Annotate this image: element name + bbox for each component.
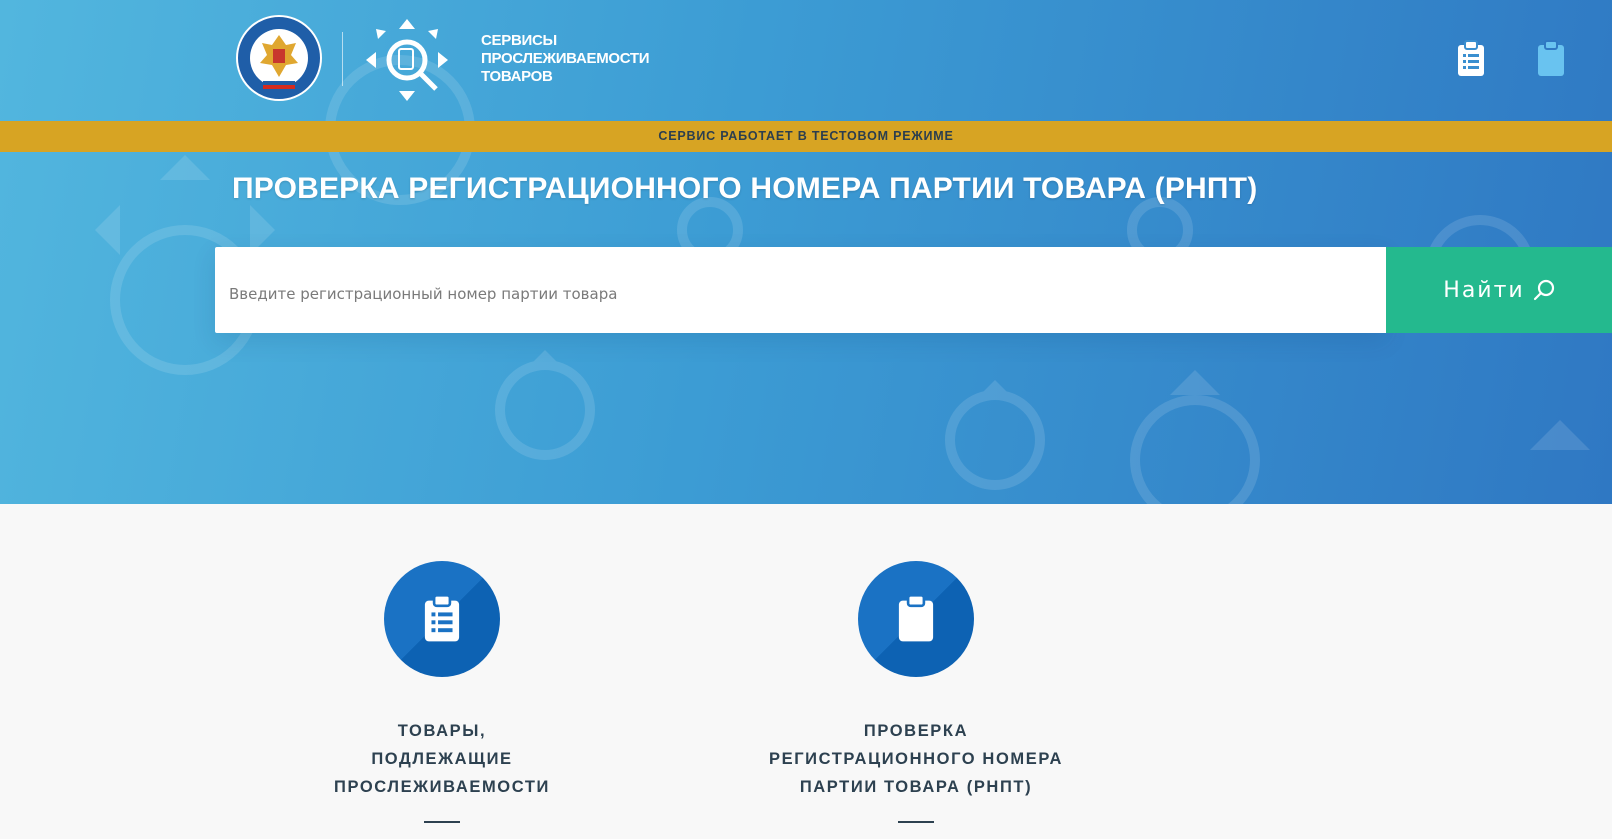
card-title-line: ПАРТИИ ТОВАРА (РНПТ) [799, 778, 1033, 796]
card-title-line: ПОДЛЕЖАЩИЕ [371, 750, 513, 768]
card-title-line: ТОВАРЫ, [397, 722, 487, 740]
logo-divider [342, 32, 343, 86]
clipboard-list-icon[interactable] [1456, 40, 1486, 78]
fns-emblem-logo[interactable] [236, 15, 322, 101]
search-button-label: Найти [1443, 277, 1525, 303]
card-title-line: ПРОСЛЕЖИВАЕМОСТИ [334, 778, 550, 796]
brand-line: СЕРВИСЫ [481, 32, 557, 49]
brand-line: ПРОСЛЕЖИВАЕМОСТИ [481, 50, 650, 67]
site-header: СЕРВИСЫ ПРОСЛЕЖИВАЕМОСТИ ТОВАРОВ [0, 0, 1612, 121]
search-button[interactable]: Найти [1386, 247, 1612, 333]
clipboard-icon [898, 594, 934, 642]
card-divider [898, 821, 934, 823]
rnpt-search-input[interactable] [215, 247, 1386, 333]
brand-title: СЕРВИСЫ ПРОСЛЕЖИВАЕМОСТИ ТОВАРОВ [481, 32, 681, 86]
card-icon-circle [384, 561, 500, 677]
clipboard-list-icon [424, 594, 460, 642]
brand-line: ТОВАРОВ [481, 68, 553, 85]
card-title: ПРОВЕРКА РЕГИСТРАЦИОННОГО НОМЕРА ПАРТИИ … [756, 717, 1076, 801]
test-mode-banner: СЕРВИС РАБОТАЕТ В ТЕСТОВОМ РЕЖИМЕ [0, 121, 1612, 152]
card-title-line: ПРОВЕРКА [863, 722, 969, 740]
card-rnpt-check[interactable]: ПРОВЕРКА РЕГИСТРАЦИОННОГО НОМЕРА ПАРТИИ … [756, 561, 1076, 823]
card-traceable-goods[interactable]: ТОВАРЫ, ПОДЛЕЖАЩИЕ ПРОСЛЕЖИВАЕМОСТИ [282, 561, 602, 823]
traceability-logo[interactable] [364, 17, 450, 103]
card-title: ТОВАРЫ, ПОДЛЕЖАЩИЕ ПРОСЛЕЖИВАЕМОСТИ [282, 717, 602, 801]
clipboard-icon[interactable] [1536, 40, 1566, 78]
card-icon-circle [858, 561, 974, 677]
card-divider [424, 821, 460, 823]
page-title: ПРОВЕРКА РЕГИСТРАЦИОННОГО НОМЕРА ПАРТИИ … [232, 172, 1258, 205]
card-title-line: РЕГИСТРАЦИОННОГО НОМЕРА [768, 750, 1064, 768]
search-icon [1533, 279, 1554, 301]
